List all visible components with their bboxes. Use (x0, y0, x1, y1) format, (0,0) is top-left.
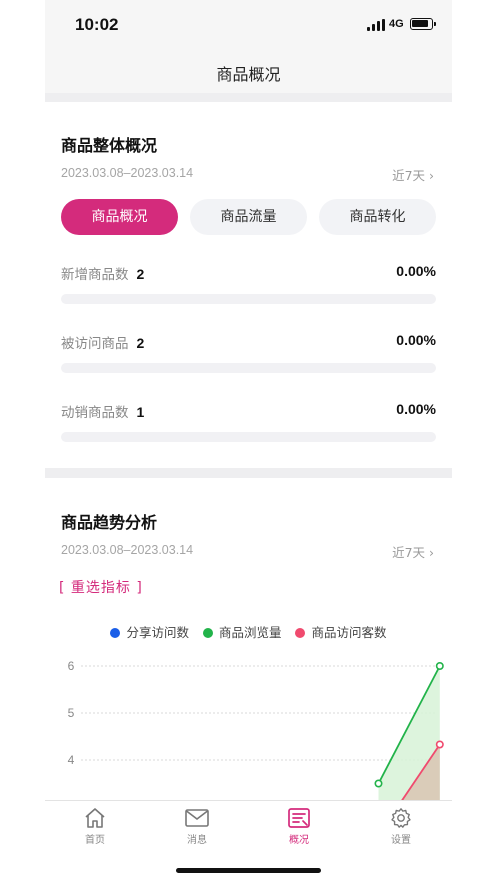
metric-progress-bar (61, 294, 436, 304)
mail-icon (185, 809, 209, 827)
section-divider (45, 93, 452, 102)
tab-product-overview[interactable]: 商品概况 (61, 199, 178, 235)
metric-percent: 0.00% (396, 332, 436, 348)
home-icon (85, 808, 105, 828)
bottom-tab-bar: 首页 消息 概况 设置 (45, 800, 452, 850)
tab-label: 消息 (187, 835, 207, 846)
metric-progress-bar (61, 363, 436, 373)
y-tick-label: 5 (68, 706, 75, 720)
section-divider (45, 468, 452, 478)
tab-home[interactable]: 首页 (65, 807, 125, 846)
legend-item[interactable]: 分享访问数 (110, 622, 189, 641)
metric-label: 新增商品数 (61, 267, 129, 283)
chevron-right-icon: › (429, 168, 434, 183)
tab-settings[interactable]: 设置 (371, 807, 431, 846)
network-type: 4G (389, 18, 404, 30)
period-label: 近7天 (392, 168, 426, 183)
reselect-metrics-link[interactable]: [ 重选指标 ] (59, 577, 143, 597)
tab-product-conversion[interactable]: 商品转化 (319, 199, 436, 235)
legend-label: 分享访问数 (126, 625, 189, 640)
metric-value: 1 (136, 404, 145, 420)
overview-icon (288, 808, 310, 828)
overview-date-range: 2023.03.08–2023.03.14 (61, 166, 194, 180)
metric-sold-products: 动销商品数 1 0.00% (61, 401, 436, 442)
period-label: 近7天 (392, 545, 426, 560)
y-tick-label: 6 (68, 659, 75, 673)
metric-visited-products: 被访问商品 2 0.00% (61, 332, 436, 373)
trend-title: 商品趋势分析 (61, 513, 158, 532)
metric-percent: 0.00% (396, 401, 436, 417)
legend-label: 商品访问客数 (311, 625, 387, 640)
tab-product-traffic[interactable]: 商品流量 (190, 199, 307, 235)
tab-label: 首页 (85, 835, 105, 846)
trend-date-range: 2023.03.08–2023.03.14 (61, 543, 194, 557)
status-bar: 10:02 4G (45, 0, 452, 50)
overview-tabs: 商品概况 商品流量 商品转化 (61, 199, 436, 235)
chart-legend: 分享访问数 商品浏览量 商品访问客数 (45, 622, 452, 641)
y-tick-label: 4 (68, 753, 75, 767)
legend-label: 商品浏览量 (218, 625, 282, 640)
trend-chart: 6 5 4 (68, 659, 444, 800)
page-title: 商品概况 (216, 65, 281, 84)
chevron-right-icon: › (429, 545, 434, 560)
tab-overview[interactable]: 概况 (269, 807, 329, 846)
trend-period-selector[interactable]: 近7天 › (392, 542, 434, 561)
overview-period-selector[interactable]: 近7天 › (392, 165, 434, 184)
home-indicator (176, 868, 321, 873)
tab-messages[interactable]: 消息 (167, 807, 227, 846)
metric-label: 被访问商品 (61, 336, 129, 352)
gear-icon (391, 808, 411, 828)
metric-percent: 0.00% (396, 263, 436, 279)
legend-dot (202, 628, 213, 638)
metric-new-products: 新增商品数 2 0.00% (61, 263, 436, 304)
tab-label: 概况 (289, 835, 309, 846)
signal-icon (367, 19, 385, 31)
data-point (435, 662, 444, 671)
metric-label: 动销商品数 (61, 405, 129, 421)
nav-bar: 商品概况 (45, 50, 452, 93)
legend-dot (295, 628, 306, 638)
status-time: 10:02 (75, 15, 119, 34)
metric-value: 2 (136, 266, 145, 282)
data-point (435, 740, 444, 749)
metric-value: 2 (136, 335, 145, 351)
legend-dot (110, 628, 121, 638)
metric-progress-bar (61, 432, 436, 442)
data-point (374, 779, 383, 788)
legend-item[interactable]: 商品访问客数 (295, 622, 387, 641)
app-screen: 10:02 4G 商品概况 商品整体概况 2023.03.08–2023.03.… (45, 0, 452, 883)
legend-item[interactable]: 商品浏览量 (202, 622, 282, 641)
tab-label: 设置 (391, 835, 411, 846)
overview-title: 商品整体概况 (61, 136, 158, 155)
battery-icon (410, 18, 436, 30)
